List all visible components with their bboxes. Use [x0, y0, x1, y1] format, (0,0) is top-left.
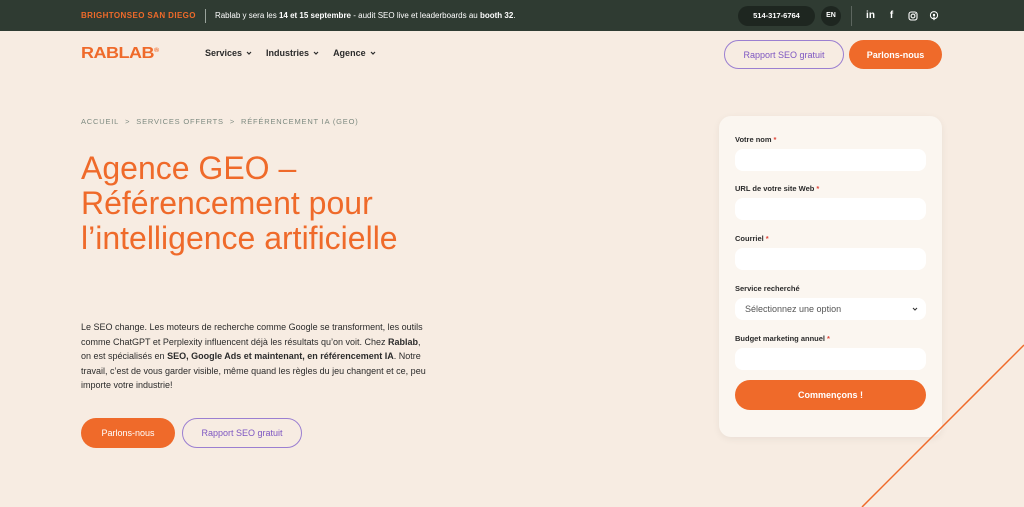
announcement-bar: BRIGHTONSEO SAN DIEGO Rablab y sera les …: [0, 0, 1024, 31]
email-field[interactable]: [735, 248, 926, 270]
breadcrumb-services[interactable]: SERVICES OFFERTS: [136, 117, 224, 126]
facebook-icon[interactable]: f: [881, 10, 902, 21]
budget-field[interactable]: [735, 348, 926, 370]
main-nav: Services Industries Agence: [205, 48, 376, 58]
chevron-down-icon: [313, 51, 319, 55]
linkedin-icon[interactable]: in: [860, 10, 881, 21]
breadcrumb-home[interactable]: ACCUEIL: [81, 117, 119, 126]
website-url-field[interactable]: [735, 198, 926, 220]
name-field[interactable]: [735, 149, 926, 171]
nav-item-agence[interactable]: Agence: [333, 48, 376, 58]
email-label: Courriel *: [735, 234, 769, 243]
site-header: RABLAB® Services Industries Agence Rappo…: [0, 31, 1024, 77]
breadcrumb-separator: >: [229, 117, 236, 126]
phone-button[interactable]: 514-317-6764: [738, 5, 815, 26]
logo[interactable]: RABLAB®: [81, 45, 159, 63]
podcast-icon[interactable]: [923, 10, 944, 21]
contact-cta-button[interactable]: Parlons-nous: [81, 418, 175, 448]
free-seo-report-button[interactable]: Rapport SEO gratuit: [724, 40, 844, 69]
contact-form: Votre nom * URL de votre site Web * Courri…: [719, 116, 942, 437]
hero-description: Le SEO change. Les moteurs de recherche …: [81, 322, 426, 390]
breadcrumb-current: RÉFÉRENCEMENT IA (GEO): [241, 117, 359, 126]
announcement-text: Rablab y sera les 14 et 15 septembre - a…: [214, 11, 516, 20]
nav-item-industries[interactable]: Industries: [266, 48, 319, 58]
seo-report-cta-button[interactable]: Rapport SEO gratuit: [182, 418, 302, 448]
divider: [851, 5, 852, 26]
budget-label: Budget marketing annuel *: [735, 334, 830, 343]
service-label: Service recherché: [735, 284, 800, 293]
chevron-down-icon: [912, 307, 918, 311]
breadcrumb-separator: >: [125, 117, 131, 126]
instagram-icon[interactable]: [902, 10, 923, 21]
submit-button[interactable]: Commençons !: [735, 380, 926, 410]
name-label: Votre nom *: [735, 135, 777, 144]
page-title: Agence GEO – Référencement pour l’intell…: [81, 150, 398, 256]
contact-button[interactable]: Parlons-nous: [849, 40, 942, 69]
chevron-down-icon: [246, 51, 252, 55]
service-select-value: Sélectionnez une option: [745, 304, 842, 314]
divider: [204, 8, 206, 23]
service-select[interactable]: Sélectionnez une option: [735, 298, 926, 320]
nav-item-services[interactable]: Services: [205, 48, 252, 58]
language-toggle[interactable]: EN: [821, 5, 841, 26]
event-label[interactable]: BRIGHTONSEO SAN DIEGO: [81, 11, 196, 20]
breadcrumb: ACCUEIL > SERVICES OFFERTS > RÉFÉRENCEME…: [81, 117, 359, 126]
chevron-down-icon: [370, 51, 376, 55]
website-label: URL de votre site Web *: [735, 184, 820, 193]
